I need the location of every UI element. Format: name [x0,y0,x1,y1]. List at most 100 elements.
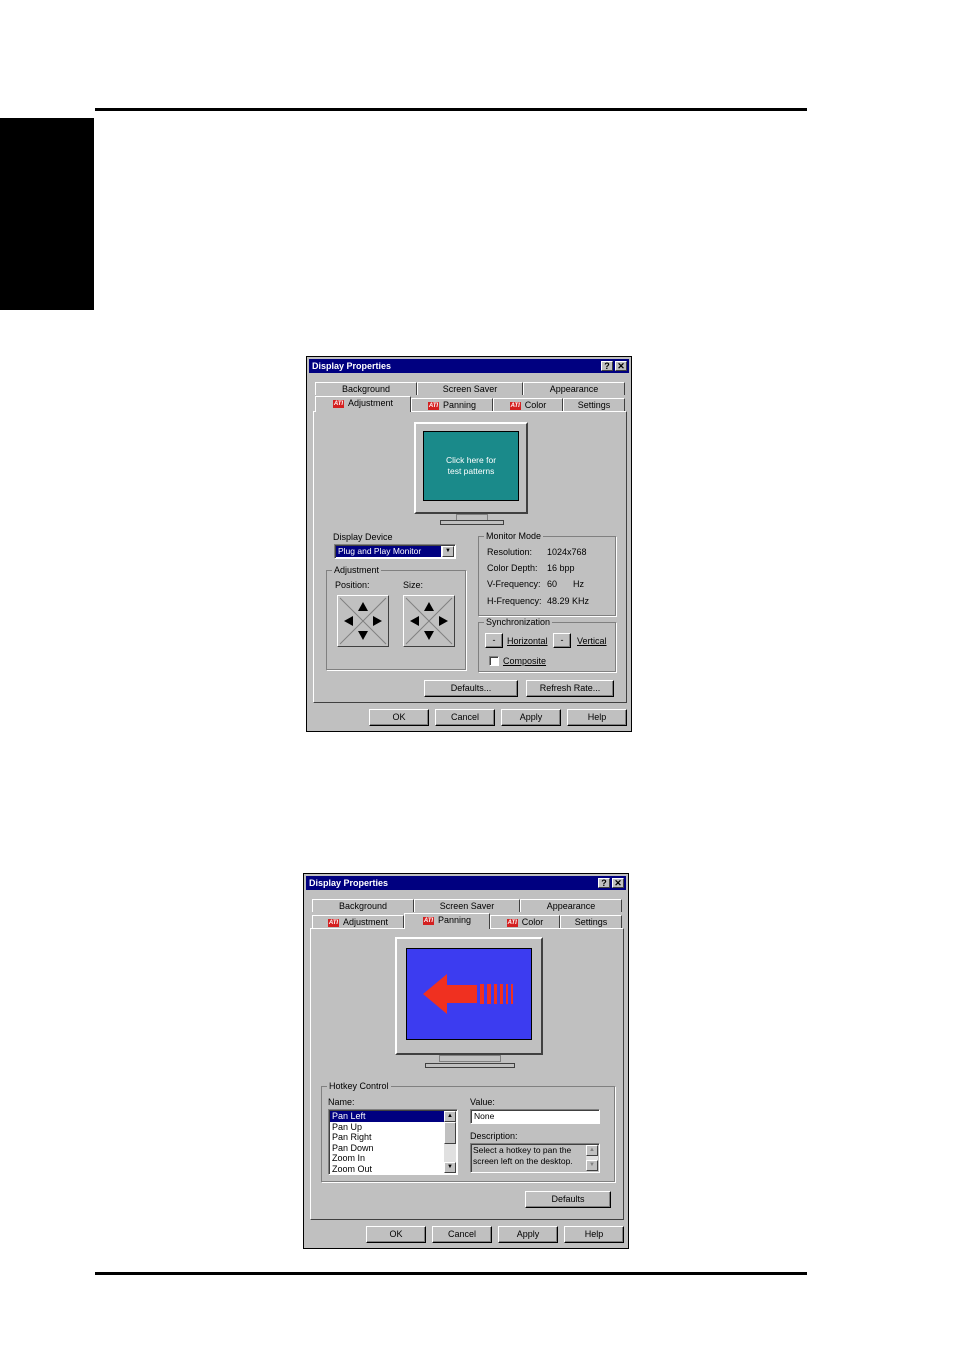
monitor-preview[interactable]: Click here for test patterns [414,422,528,514]
apply-button[interactable]: Apply [501,709,561,726]
synchronization-label: Synchronization [484,617,553,627]
list-item[interactable]: Zoom In [330,1153,444,1164]
description-text: Select a hotkey to pan the screen left o… [473,1145,573,1166]
help-icon[interactable]: ? [598,878,610,888]
list-item[interactable]: Pan Left [330,1111,444,1122]
ati-logo-icon: ATI [332,399,344,408]
window-title: Display Properties [312,361,392,371]
adjustment-group: Adjustment Position: Size: [326,565,466,670]
horizontal-label: Horizontal [507,636,548,646]
tab-appearance[interactable]: Appearance [523,382,625,395]
tab-background[interactable]: Background [315,382,417,395]
chevron-down-icon[interactable]: ▼ [442,546,454,557]
resolution-label: Resolution: [487,547,533,557]
size-label: Size: [403,580,424,590]
title-bar: Display Properties ? ✕ [309,359,629,373]
adjustment-group-label: Adjustment [332,565,382,575]
size-arrow-pad[interactable] [403,595,455,647]
help-button[interactable]: Help [567,709,627,726]
v-frequency-label: V-Frequency: [487,579,541,589]
tab-screen-saver[interactable]: Screen Saver [417,382,523,395]
tab-panel: Hotkey Control Name: Pan Left Pan Up Pan… [310,928,624,1220]
scroll-up-icon[interactable]: ▲ [586,1145,598,1156]
apply-button[interactable]: Apply [498,1226,558,1243]
ati-logo-icon: ATI [506,918,518,927]
tab-adjustment[interactable]: ATI Adjustment [312,915,404,928]
ok-button[interactable]: OK [366,1226,426,1243]
position-label: Position: [335,580,370,590]
tab-label: Panning [442,400,477,410]
v-frequency-unit: Hz [573,579,584,589]
tab-label: Adjustment [347,398,394,408]
scroll-up-icon[interactable]: ▲ [444,1111,456,1122]
tab-settings[interactable]: Settings [563,398,625,411]
v-frequency-value: 60 [547,579,558,589]
scroll-down-icon[interactable]: ▼ [444,1162,456,1173]
close-icon[interactable]: ✕ [612,878,624,888]
list-item[interactable]: Pan Right [330,1132,444,1143]
tab-screen-saver[interactable]: Screen Saver [414,899,520,912]
tab-label: Color [521,917,544,927]
tab-panning[interactable]: ATI Panning [411,398,493,411]
display-device-select[interactable]: Plug and Play Monitor ▼ [334,544,456,559]
tab-color[interactable]: ATI Color [493,398,563,411]
footer-rule [95,1272,807,1275]
monitor-mode-label: Monitor Mode [484,531,544,541]
tab-settings[interactable]: Settings [560,915,622,928]
defaults-button[interactable]: Defaults [525,1191,611,1208]
cancel-button[interactable]: Cancel [435,709,495,726]
scroll-thumb[interactable] [444,1122,456,1144]
display-device-value: Plug and Play Monitor [336,546,441,557]
description-box: Select a hotkey to pan the screen left o… [470,1143,600,1173]
resolution-value: 1024x768 [547,547,587,557]
hotkey-control-label: Hotkey Control [327,1081,391,1091]
ok-button[interactable]: OK [369,709,429,726]
close-icon[interactable]: ✕ [615,361,627,371]
hotkey-control-group: Hotkey Control Name: Pan Left Pan Up Pan… [321,1081,615,1182]
ati-logo-icon: ATI [509,401,521,410]
panning-monitor-preview [395,937,543,1055]
tab-adjustment[interactable]: ATI Adjustment [315,396,411,412]
panning-screen [406,948,532,1040]
color-depth-label: Color Depth: [487,563,538,573]
display-properties-dialog-adjustment: Display Properties ? ✕ Background Screen… [306,356,632,732]
description-label: Description: [470,1131,518,1141]
h-frequency-label: H-Frequency: [487,596,542,606]
help-icon[interactable]: ? [601,361,613,371]
monitor-base [425,1063,515,1068]
name-label: Name: [328,1097,355,1107]
tab-panel: Click here for test patterns Display Dev… [313,411,627,703]
cancel-button[interactable]: Cancel [432,1226,492,1243]
list-item[interactable]: Pan Down [330,1143,444,1154]
monitor-screen[interactable]: Click here for test patterns [423,431,519,501]
composite-checkbox[interactable] [489,656,499,666]
tab-appearance[interactable]: Appearance [520,899,622,912]
position-arrow-pad[interactable] [337,595,389,647]
description-scrollbar[interactable]: ▲ ▼ [586,1145,598,1171]
tab-label: Adjustment [342,917,389,927]
horizontal-sync-button[interactable]: - [485,633,503,648]
list-scrollbar[interactable]: ▲ ▼ [444,1111,456,1173]
vertical-sync-button[interactable]: - [553,633,571,648]
vertical-label: Vertical [577,636,607,646]
tab-background[interactable]: Background [312,899,414,912]
hotkey-value-field[interactable]: None [470,1109,600,1124]
monitor-base [440,520,504,525]
help-button[interactable]: Help [564,1226,624,1243]
hotkey-name-list[interactable]: Pan Left Pan Up Pan Right Pan Down Zoom … [328,1109,458,1175]
defaults-button[interactable]: Defaults... [424,680,518,697]
position-arrows-icon [339,597,387,645]
tab-panning[interactable]: ATI Panning [404,913,490,929]
tab-label: Panning [437,915,472,925]
ati-logo-icon: ATI [422,916,434,925]
tab-color[interactable]: ATI Color [490,915,560,928]
list-item[interactable]: Zoom Out [330,1164,444,1175]
composite-label: Composite [503,656,547,666]
refresh-rate-button[interactable]: Refresh Rate... [526,680,614,697]
monitor-stand [439,1055,501,1062]
header-rule [95,108,807,111]
test-pattern-link[interactable]: Click here for test patterns [446,455,496,476]
scroll-down-icon[interactable]: ▼ [586,1160,598,1171]
pan-left-arrow-icon [423,974,513,1014]
list-item[interactable]: Pan Up [330,1122,444,1133]
